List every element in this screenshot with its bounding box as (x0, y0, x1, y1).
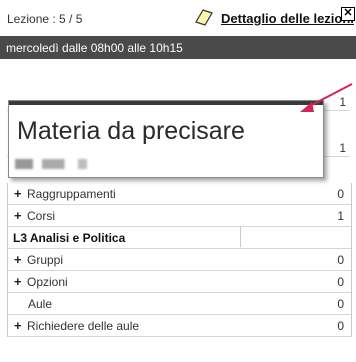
section-header: L3 Analisi e Politica (8, 227, 351, 249)
row-label: Aule (28, 297, 53, 311)
table-row-richiedere-aule[interactable]: + Richiedere delle aule 0 (8, 315, 351, 337)
row-count: 0 (337, 253, 344, 267)
row-count: 1 (339, 141, 346, 155)
popup-top-border (9, 101, 323, 105)
obscured-text (15, 159, 105, 169)
header: Lezione : 5 / 5 Dettaglio delle lezioni … (0, 0, 356, 36)
expand-icon[interactable]: + (14, 274, 22, 289)
row-count: 0 (337, 319, 344, 333)
pointer-arrow-icon (300, 83, 353, 112)
row-count: 0 (337, 275, 344, 289)
row-count: 0 (337, 187, 344, 201)
expand-icon[interactable]: + (14, 186, 22, 201)
popup-title: Materia da precisare (17, 117, 245, 145)
lesson-resources-table: + Raggruppamenti 0 + Corsi 1 L3 Analisi … (7, 183, 352, 337)
row-label: Richiedere delle aule (27, 319, 140, 333)
lesson-counter: Lezione : 5 / 5 (7, 12, 83, 26)
row-count: 0 (337, 297, 344, 311)
row-count: 1 (337, 209, 344, 223)
expand-icon[interactable]: + (14, 252, 22, 267)
section-field (240, 227, 351, 247)
time-range-text: mercoledì dalle 08h00 alle 10h15 (6, 41, 183, 55)
table-row-aule[interactable]: Aule 0 (8, 293, 351, 315)
lesson-detail-link[interactable]: Dettaglio delle lezioni (221, 11, 354, 26)
table-row-raggruppamenti[interactable]: + Raggruppamenti 0 (8, 183, 351, 205)
lesson-detail-icon[interactable] (194, 8, 214, 26)
section-title: L3 Analisi e Politica (13, 231, 126, 245)
table-row-corsi[interactable]: + Corsi 1 (8, 205, 351, 227)
close-button[interactable]: ✕ (341, 7, 355, 21)
subject-popup: Materia da precisare (8, 100, 324, 178)
row-label: Raggruppamenti (27, 187, 116, 201)
table-row-opzioni[interactable]: + Opzioni 0 (8, 271, 351, 293)
expand-icon[interactable]: + (14, 208, 22, 223)
row-label: Gruppi (27, 253, 64, 267)
row-label: Corsi (27, 209, 56, 223)
table-row-gruppi[interactable]: + Gruppi 0 (8, 249, 351, 271)
expand-icon[interactable]: + (14, 318, 22, 333)
time-bar: mercoledì dalle 08h00 alle 10h15 (0, 36, 356, 59)
row-label: Opzioni (27, 275, 68, 289)
